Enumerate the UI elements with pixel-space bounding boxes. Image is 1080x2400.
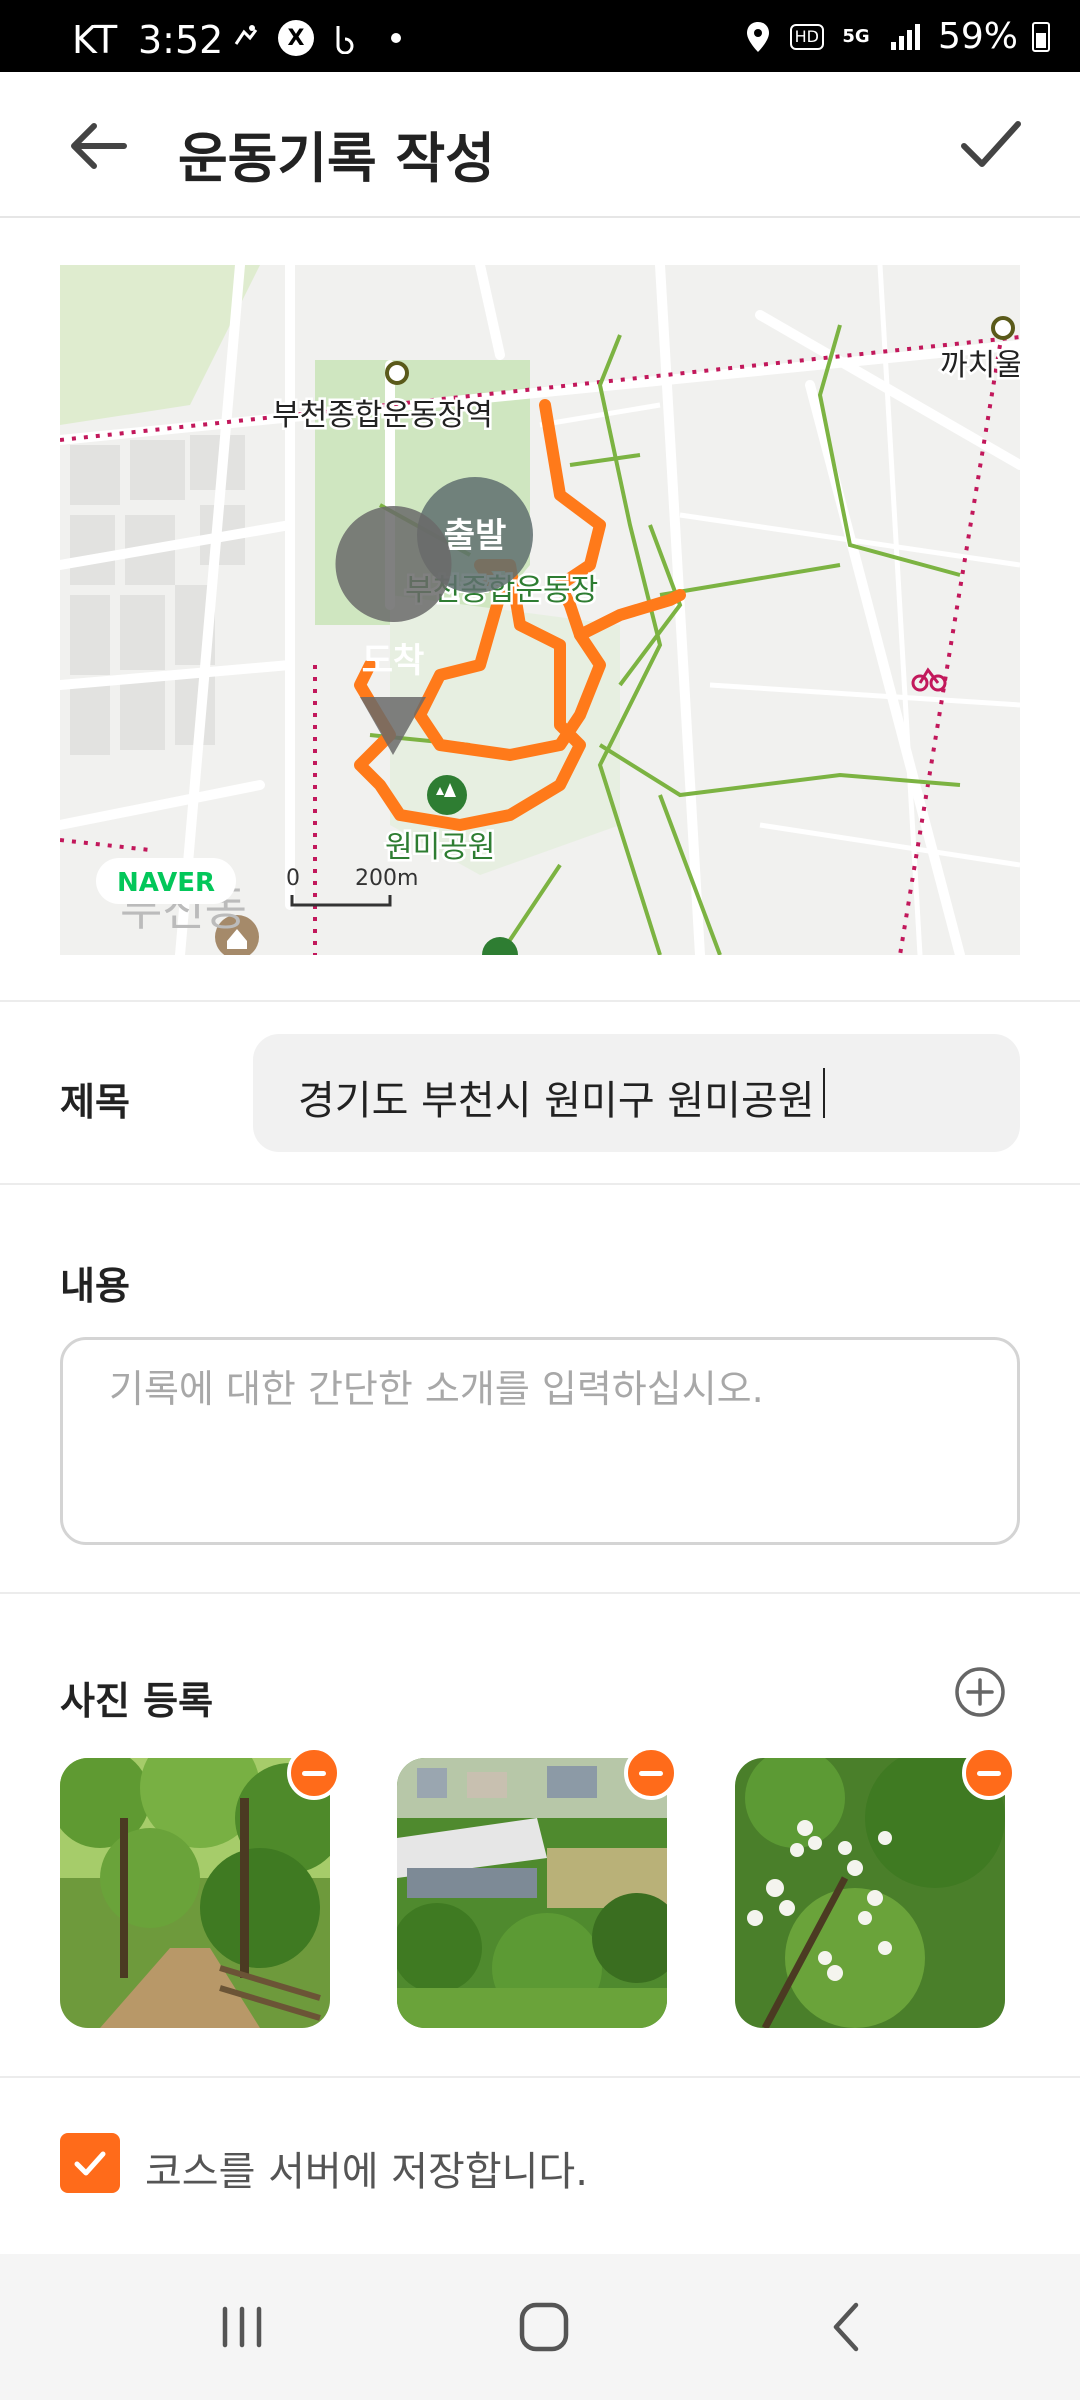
content-textarea[interactable]: 기록에 대한 간단한 소개를 입력하십시오.: [60, 1337, 1020, 1545]
remove-photo-3-button[interactable]: [962, 1746, 1016, 1800]
dot-icon: [378, 20, 414, 56]
app-header: 운동기록 작성: [0, 72, 1080, 218]
map-label-station: 부천종합운동장역: [272, 398, 493, 433]
minus-circle-icon: [302, 1770, 326, 1776]
divider: [0, 2076, 1080, 2078]
nav-back-button[interactable]: [746, 2254, 946, 2400]
white-flowers-photo[interactable]: [735, 1758, 1005, 2028]
divider: [0, 1183, 1080, 1185]
confirm-button[interactable]: [956, 112, 1026, 178]
signal-icon: [888, 19, 924, 55]
minus-circle-icon: [639, 1770, 663, 1776]
divider: [0, 1592, 1080, 1594]
checkmark-icon: [74, 2151, 106, 2176]
clock-time: 3:52: [138, 18, 224, 62]
route-map[interactable]: 부천종합운동장역 까치울 부천종합운동장 원미공원 부천동 출발 도착 NAVE…: [60, 265, 1020, 955]
arrow-left-icon: [71, 123, 127, 169]
naver-logo: NAVER: [96, 858, 236, 904]
add-photo-button[interactable]: [954, 1666, 1006, 1718]
station-marker: [991, 316, 1015, 340]
divider: [0, 1000, 1080, 1002]
back-chevron-icon: [833, 2302, 859, 2352]
page-title: 운동기록 작성: [178, 127, 495, 190]
minus-circle-icon: [977, 1770, 1001, 1776]
svg-text:0: 0: [286, 866, 300, 891]
save-course-label[interactable]: 코스를 서버에 저장합니다.: [145, 2139, 588, 2197]
recent-apps-button[interactable]: [142, 2254, 342, 2400]
status-bar: KT 3:52 X HD 5G 59%: [0, 0, 1080, 72]
content-placeholder: 기록에 대한 간단한 소개를 입력하십시오.: [109, 1367, 764, 1411]
end-marker-label: 도착: [362, 641, 425, 681]
start-marker-label: 출발: [444, 516, 507, 556]
running-icon: [228, 20, 264, 56]
station-marker: [385, 361, 409, 385]
photo-section-label: 사진 등록: [60, 1679, 214, 1723]
stadium-view-photo[interactable]: [397, 1758, 667, 2028]
notification-icons: X: [228, 20, 414, 56]
system-status-icons: HD 5G 59%: [740, 16, 1050, 57]
title-input-value[interactable]: 경기도 부천시 원미구 원미공원: [298, 1068, 815, 1126]
map-label-station-2: 까치울: [940, 348, 1020, 383]
location-icon: [740, 19, 776, 55]
home-icon: [519, 2302, 569, 2352]
battery-icon: [1032, 21, 1050, 52]
forest-path-photo[interactable]: [60, 1758, 330, 2028]
system-nav-bar: [0, 2254, 1080, 2400]
svg-text:NAVER: NAVER: [117, 868, 215, 898]
home-button[interactable]: [444, 2254, 644, 2400]
x-app-icon: X: [278, 20, 314, 56]
content-label: 내용: [60, 1264, 130, 1308]
svg-text:200m: 200m: [355, 866, 418, 891]
back-button[interactable]: [64, 116, 134, 176]
carrier-label: KT: [72, 18, 118, 62]
map-canvas: 부천종합운동장역 까치울 부천종합운동장 원미공원 부천동 출발 도착 NAVE…: [60, 265, 1020, 955]
remove-photo-2-button[interactable]: [624, 1746, 678, 1800]
map-label-park: 원미공원: [385, 830, 495, 865]
5g-icon: 5G: [842, 26, 870, 47]
hd-icon: HD: [789, 23, 824, 50]
plus-circle-icon: [955, 1667, 1005, 1717]
text-cursor: [823, 1068, 825, 1118]
save-course-checkbox[interactable]: [60, 2133, 120, 2193]
title-label: 제목: [60, 1080, 130, 1124]
remove-photo-1-button[interactable]: [287, 1746, 341, 1800]
recent-apps-icon: [222, 2306, 262, 2348]
battery-percent: 59%: [937, 16, 1018, 57]
check-icon: [961, 121, 1021, 167]
b-app-icon: [328, 20, 364, 56]
